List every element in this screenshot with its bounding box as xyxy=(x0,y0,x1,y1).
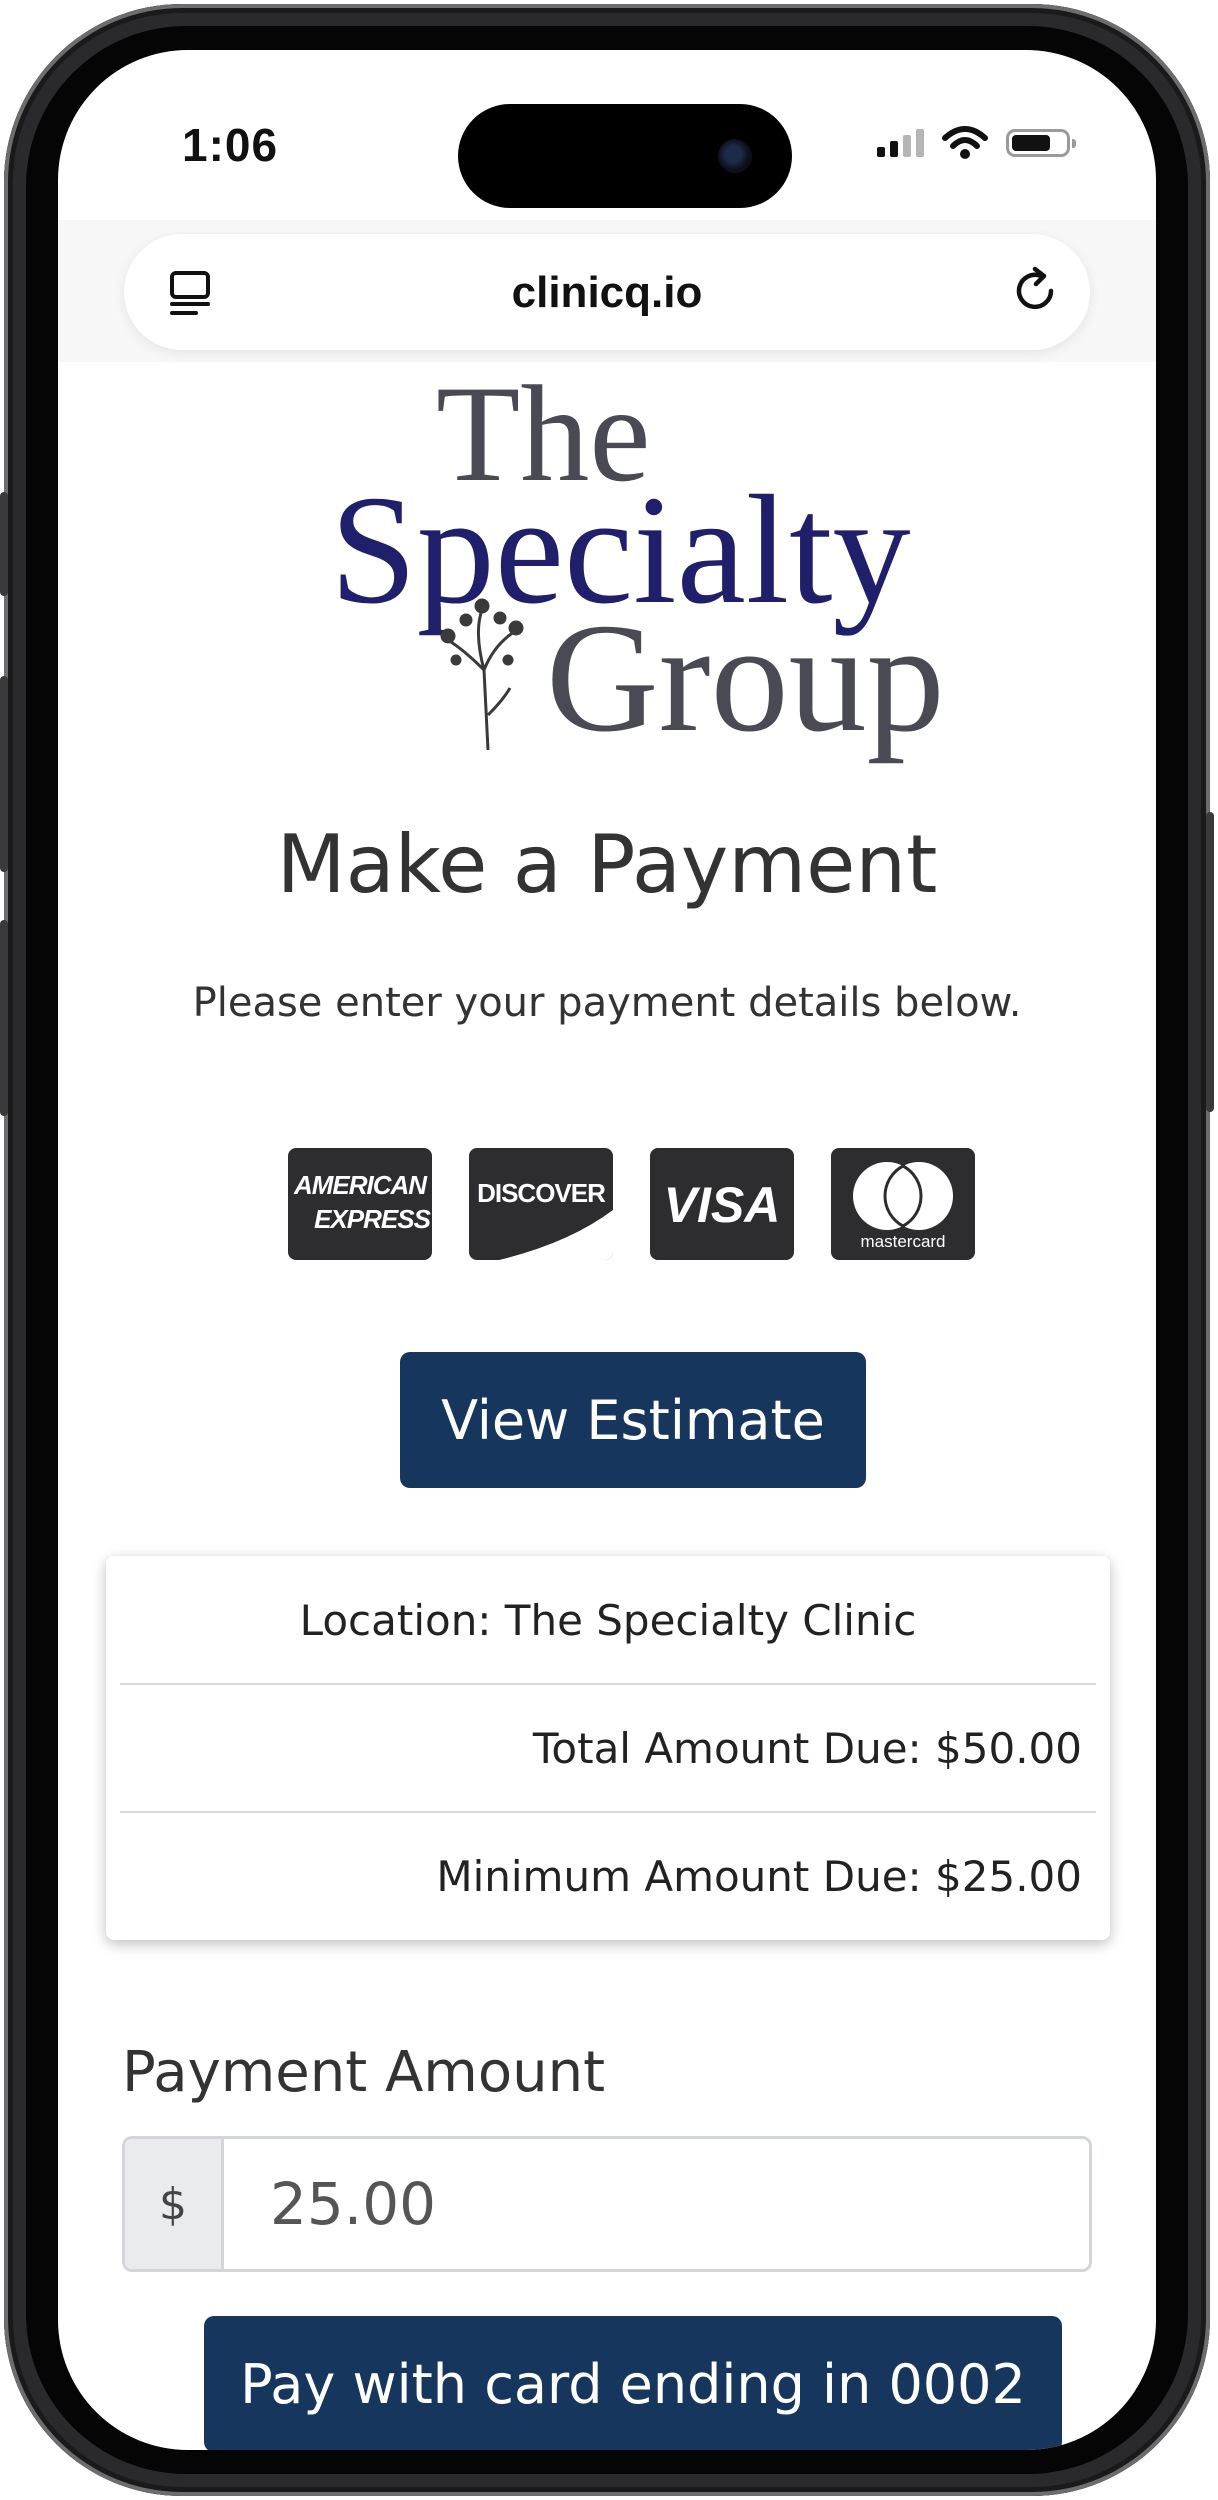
status-icons xyxy=(877,126,1076,160)
logo-line-group: Group xyxy=(546,591,945,764)
amex-card-icon: AMERICAN EXPRESS xyxy=(288,1148,432,1260)
volume-up-button xyxy=(0,676,8,872)
clinic-logo: The Specialty Group xyxy=(288,357,1008,790)
payment-amount-group: $ xyxy=(122,2136,1092,2272)
bezel: 1:06 clinicq.io The Specialty Group Make… xyxy=(26,26,1188,2474)
url-text: clinicq.io xyxy=(511,268,703,317)
payment-amount-input[interactable] xyxy=(224,2139,1089,2269)
power-button xyxy=(1206,812,1214,1112)
browser-toolbar: clinicq.io xyxy=(58,220,1156,362)
volume-down-button xyxy=(0,920,8,1116)
payment-summary-card: Location: The Specialty Clinic Total Amo… xyxy=(106,1556,1110,1940)
payment-amount-label: Payment Amount xyxy=(122,2040,606,2105)
action-button xyxy=(0,492,8,596)
mastercard-card-icon: mastercard xyxy=(831,1148,975,1260)
battery-icon xyxy=(1006,129,1076,157)
currency-prefix: $ xyxy=(125,2139,224,2269)
total-amount-due: Total Amount Due: $50.00 xyxy=(532,1723,1082,1773)
pay-with-card-button[interactable]: Pay with card ending in 0002 xyxy=(204,2316,1062,2450)
reload-icon[interactable] xyxy=(1008,264,1062,318)
phone-frame: 1:06 clinicq.io The Specialty Group Make… xyxy=(0,4,1214,2496)
discover-card-icon: DISCOVER xyxy=(469,1148,613,1260)
visa-card-icon: VISA xyxy=(650,1148,794,1260)
screen: 1:06 clinicq.io The Specialty Group Make… xyxy=(58,50,1156,2450)
page-subtitle: Please enter your payment details below. xyxy=(192,980,1022,1026)
page-title: Make a Payment xyxy=(276,818,938,911)
status-time: 1:06 xyxy=(182,119,279,171)
view-estimate-button[interactable]: View Estimate xyxy=(400,1352,866,1488)
dynamic-island xyxy=(458,104,792,208)
wifi-icon xyxy=(942,126,988,159)
camera-icon xyxy=(718,139,752,173)
location-text: Location: The Specialty Clinic xyxy=(299,1595,917,1645)
cellular-signal-icon xyxy=(877,129,924,157)
accepted-cards: AMERICAN EXPRESS DISCOVER VISA mastercar… xyxy=(288,1148,975,1260)
address-bar[interactable]: clinicq.io xyxy=(124,234,1090,350)
minimum-amount-due: Minimum Amount Due: $25.00 xyxy=(436,1851,1082,1901)
